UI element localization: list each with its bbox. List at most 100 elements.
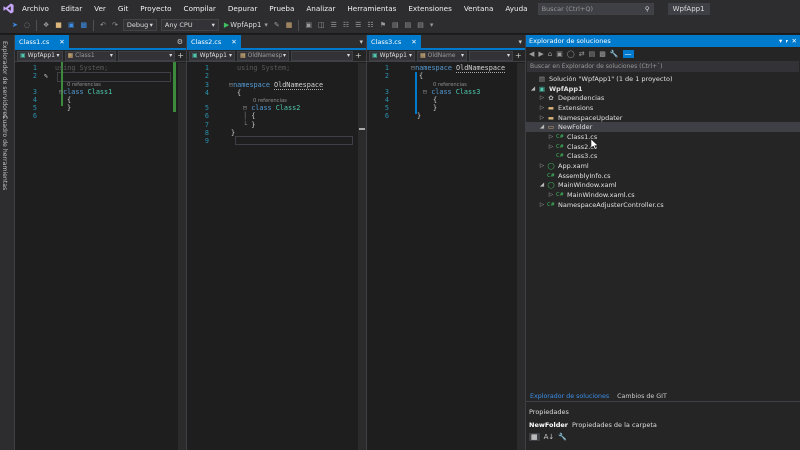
tree-item[interactable]: ◢ ▭ NewFolder	[526, 122, 800, 133]
tree-item[interactable]: C# Class3.cs	[526, 152, 800, 162]
tab-solution-explorer[interactable]: Explorador de soluciones	[526, 391, 613, 401]
save-all-icon[interactable]: ▩	[81, 21, 88, 29]
collapsed-chevron-icon[interactable]: ▷	[547, 192, 555, 198]
global-search-box[interactable]: Buscar (Ctrl+Q) ⚲	[537, 2, 654, 15]
navigate-forward-icon[interactable]: ◌	[24, 21, 30, 29]
categorized-icon[interactable]: ▦	[529, 433, 540, 441]
menu-git[interactable]: Git	[112, 0, 134, 17]
codelens-references[interactable]: 0 referencias	[15, 81, 186, 88]
tree-item[interactable]: ◢ ▣ WpfApp1	[526, 84, 800, 94]
member-dropdown[interactable]: ▦ OldNamesp ▾	[237, 50, 289, 61]
tree-item[interactable]: ▷ C# MainWindow.xaml.cs	[526, 190, 800, 200]
uncomment-icon[interactable]: ☷	[367, 21, 373, 29]
property-pages-icon[interactable]: 🔧	[558, 433, 567, 441]
close-icon[interactable]: ✕	[59, 38, 64, 46]
code-area[interactable]: 1 using System; 2 3 ⊟namespace OldNamespac…	[187, 62, 366, 146]
redo-icon[interactable]: ↷	[112, 21, 118, 29]
collapsed-chevron-icon[interactable]: ▷	[538, 163, 546, 169]
add-icon[interactable]: +	[355, 51, 362, 60]
vertical-scrollbar[interactable]	[517, 63, 525, 450]
toolbar-overflow-icon[interactable]: ▾	[430, 21, 434, 29]
new-item-icon[interactable]: ❖	[43, 21, 49, 29]
tree-item[interactable]: ▷ ▬ Extensions	[526, 103, 800, 113]
menu-depurar[interactable]: Depurar	[222, 0, 263, 17]
chevron-down-icon[interactable]: ▾	[264, 21, 268, 29]
document-tab-class1[interactable]: Class1.cs ✕	[15, 35, 69, 48]
menu-ventana[interactable]: Ventana	[458, 0, 500, 17]
member-dropdown[interactable]: ▦ OldName ▾	[417, 50, 467, 61]
project-dropdown[interactable]: ▣ WpfApp1 ▾	[189, 50, 235, 61]
tree-item[interactable]: ▷ C# NamespaceAdjusterController.cs	[526, 200, 800, 210]
menu-analizar[interactable]: Analizar	[300, 0, 341, 17]
type-dropdown[interactable]: ▾	[291, 50, 353, 61]
open-file-icon[interactable]: ■	[55, 21, 62, 29]
navigate-back-icon[interactable]: ➤	[12, 21, 18, 29]
member-dropdown[interactable]: ▦ Class1 ▾	[64, 50, 116, 61]
document-tab-class2[interactable]: Class2.cs ✕	[187, 35, 241, 48]
tree-item[interactable]: ▷ C# Class2.cs	[526, 142, 800, 152]
menu-editar[interactable]: Editar	[55, 0, 88, 17]
bookmark-icon[interactable]: ⚑	[380, 21, 386, 29]
close-icon[interactable]: ✕	[231, 38, 236, 46]
tab-git-changes[interactable]: Cambios de GIT	[613, 391, 671, 401]
close-icon[interactable]: ✕	[411, 38, 416, 46]
switch-views-icon[interactable]: ▣	[556, 50, 563, 58]
expanded-chevron-icon[interactable]: ◢	[529, 86, 537, 92]
tree-item[interactable]: ▷ ▬ NamespaceUpdater	[526, 113, 800, 123]
collapsed-chevron-icon[interactable]: ▷	[538, 202, 546, 208]
solution-search-input[interactable]: Buscar en Explorador de soluciones (Ctrl…	[527, 61, 799, 72]
collapsed-chevron-icon[interactable]: ▷	[538, 95, 546, 101]
start-debug-label[interactable]: WpfApp1	[230, 21, 261, 29]
menu-extensiones[interactable]: Extensiones	[402, 0, 457, 17]
sync-icon[interactable]: ⇄	[579, 50, 585, 58]
menu-herramientas[interactable]: Herramientas	[341, 0, 402, 17]
expanded-chevron-icon[interactable]: ◢	[538, 182, 546, 188]
undo-icon[interactable]: ↶	[100, 21, 106, 29]
back-icon[interactable]: ◀	[529, 50, 534, 58]
hot-reload-icon[interactable]: ✎	[274, 21, 280, 29]
menu-ver[interactable]: Ver	[88, 0, 112, 17]
menu-compilar[interactable]: Compilar	[178, 0, 222, 17]
outdent-icon[interactable]: ☷	[343, 21, 349, 29]
vertical-scrollbar[interactable]	[358, 63, 366, 450]
properties-object-selector[interactable]: NewFolder Propiedades de la carpeta	[526, 420, 800, 430]
prev-bookmark-icon[interactable]: ▤	[392, 21, 399, 29]
code-area[interactable]: 1 using System; 2 ✎ 0 referencias 3 ⊟class …	[15, 62, 186, 121]
gear-icon[interactable]: ⚙	[177, 38, 183, 46]
server-explorer-tab[interactable]: Explorador de servidores	[1, 41, 8, 118]
indent-icon[interactable]: ☰	[331, 21, 337, 29]
project-dropdown[interactable]: ▣ WpfApp1 ▾	[17, 50, 63, 61]
tree-item[interactable]: ▷ ◯ App.xaml	[526, 161, 800, 171]
live-visual-tree-icon[interactable]: ▣	[305, 21, 312, 29]
home-icon[interactable]: ⌂	[548, 50, 552, 58]
tree-item[interactable]: ◢ ◯ MainWindow.xaml	[526, 181, 800, 191]
project-dropdown[interactable]: ▣ WpfApp1 ▾	[369, 50, 415, 61]
configuration-dropdown[interactable]: Debug ▾	[122, 19, 157, 31]
document-tab-class3[interactable]: Class3.cs ✕	[367, 35, 421, 48]
menu-proyecto[interactable]: Proyecto	[134, 0, 177, 17]
collapsed-chevron-icon[interactable]: ▷	[547, 144, 555, 150]
clear-bookmarks-icon[interactable]: ▤	[417, 21, 424, 29]
pending-changes-filter-icon[interactable]: ◯	[567, 50, 575, 58]
toolbox-tab[interactable]: Cuadro de herramientas	[1, 115, 8, 190]
collapsed-chevron-icon[interactable]: ▷	[547, 134, 555, 140]
platform-dropdown[interactable]: Any CPU ▾	[160, 19, 219, 31]
tree-item[interactable]: ▤ Solución "WpfApp1" (1 de 1 proyecto)	[526, 74, 800, 84]
browser-link-icon[interactable]: ▦	[286, 21, 293, 29]
add-icon[interactable]: +	[177, 51, 184, 60]
xaml-binding-icon[interactable]: ◫	[318, 21, 325, 29]
save-icon[interactable]: ▣	[68, 21, 75, 29]
edit-pencil-icon[interactable]: ✎	[44, 72, 48, 80]
tree-item[interactable]: ▷ C# Class1.cs	[526, 132, 800, 142]
alphabetical-icon[interactable]: A↓	[544, 433, 555, 441]
pin-dropdown-icon[interactable]: ▾	[518, 38, 522, 46]
tree-item[interactable]: ▷ ✿ Dependencias	[526, 93, 800, 103]
menu-archivo[interactable]: Archivo	[16, 0, 55, 17]
type-dropdown[interactable]: ▾	[469, 50, 513, 61]
preview-selected-icon[interactable]: —	[622, 50, 634, 58]
menu-prueba[interactable]: Prueba	[263, 0, 300, 17]
collapsed-chevron-icon[interactable]: ▷	[538, 115, 546, 121]
add-icon[interactable]: +	[515, 51, 522, 60]
collapsed-chevron-icon[interactable]: ▷	[538, 105, 546, 111]
expanded-chevron-icon[interactable]: ◢	[538, 124, 546, 130]
